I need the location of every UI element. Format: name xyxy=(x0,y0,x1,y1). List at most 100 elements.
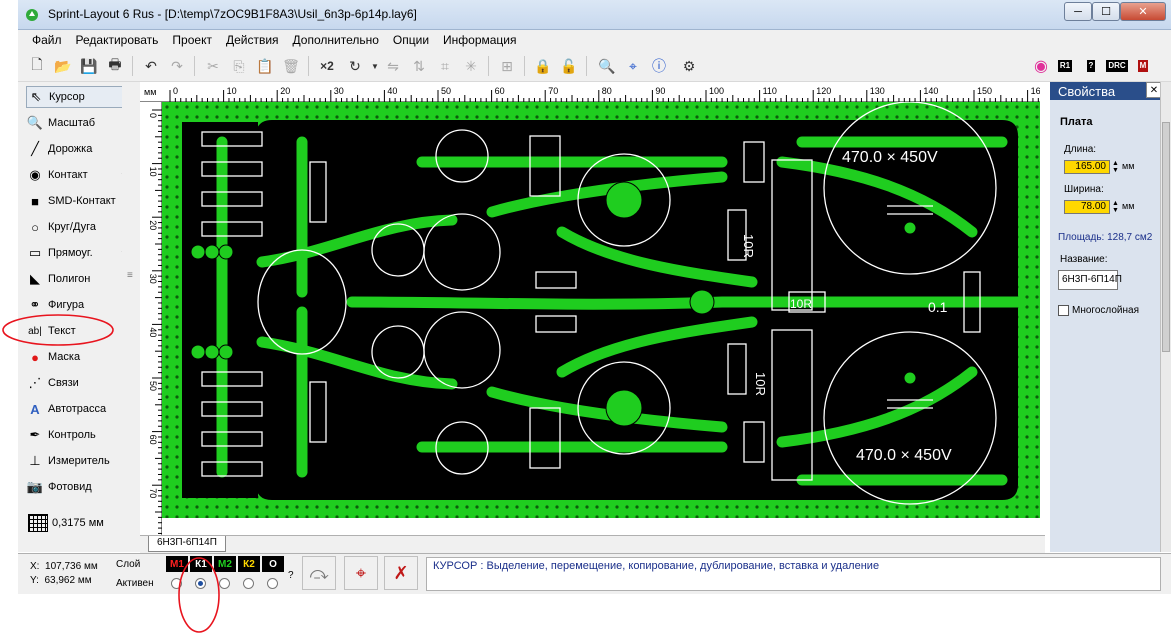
tool-meter[interactable]: ⊥ Измеритель xyxy=(26,450,132,472)
menu-edit[interactable]: Редактировать xyxy=(76,33,159,47)
checkbox-box[interactable] xyxy=(1058,305,1069,316)
tool-autoroute[interactable]: A Автотрасса xyxy=(26,398,132,420)
tool-zoom[interactable]: 🔍 Масштаб xyxy=(26,112,132,134)
lock-icon[interactable]: 🔒 xyxy=(532,55,554,77)
question-button[interactable]: ? xyxy=(1080,55,1102,77)
width-spin-icon[interactable]: ▲ ▼ xyxy=(1112,200,1119,214)
duplicate-x2-button[interactable]: ×2 xyxy=(316,55,338,77)
board-area-readout: Площадь: 128,7 см2 xyxy=(1058,232,1153,243)
pink-circle-icon[interactable]: ◉ xyxy=(1030,55,1052,77)
tool-circle[interactable]: ○ Круг/Дуга xyxy=(26,216,132,238)
unlock-icon[interactable]: 🔓 xyxy=(558,55,580,77)
group-icon[interactable]: ⊞ xyxy=(496,55,518,77)
no-connect-icon[interactable]: ✗ xyxy=(384,556,418,590)
copy-icon[interactable]: ⎘ xyxy=(228,55,250,77)
menu-actions[interactable]: Действия xyxy=(226,33,279,47)
properties-panel: Свойства ✕ Плата Длина: 165.00 ▲ ▼ мм Шир… xyxy=(1050,82,1171,552)
tool-mask[interactable]: ● Маска xyxy=(26,346,132,368)
tool-text[interactable]: ab| Текст xyxy=(26,320,132,342)
minimize-button[interactable]: ─ xyxy=(1064,2,1092,21)
ruler-tick-label: 30 xyxy=(334,86,344,96)
layer-k2-button[interactable]: К2 xyxy=(238,556,260,572)
menu-info[interactable]: Информация xyxy=(443,33,516,47)
grid-size[interactable]: 0,3175 мм xyxy=(28,514,104,532)
undo-icon[interactable]: ↶ xyxy=(140,55,162,77)
new-file-icon[interactable]: 🗋 xyxy=(26,55,48,77)
layer-k1-radio[interactable] xyxy=(195,578,206,589)
multilayer-checkbox[interactable]: Многослойная xyxy=(1058,305,1139,316)
status-bar: X: 107,736 мм Y: 63,962 мм Слой Активен … xyxy=(18,553,1171,594)
close-button[interactable]: ✕ xyxy=(1120,2,1166,21)
align-icon[interactable]: ⌗ xyxy=(434,55,456,77)
vertical-ruler-ticks: 0 10 20 30 40 50 60 70 xyxy=(148,109,162,534)
layer-o-radio[interactable] xyxy=(267,578,278,589)
menu-extra[interactable]: Дополнительно xyxy=(293,33,379,47)
pcb-board[interactable]: 470.0 × 450V 470.0 × 450V 10R 10R 10R 0.… xyxy=(162,102,1040,518)
drc-button[interactable]: DRC xyxy=(1106,55,1128,77)
length-spin-icon[interactable]: ▲ ▼ xyxy=(1112,160,1119,174)
layer-k1-button[interactable]: К1 xyxy=(190,556,212,572)
ruler-tick-label: 0 xyxy=(173,86,178,96)
zoom-search-icon[interactable]: 🔍 xyxy=(596,55,618,77)
save-icon[interactable]: 💾 xyxy=(78,55,100,77)
tool-panel-splitter[interactable]: ≡ xyxy=(122,82,140,552)
cut-icon[interactable]: ✂ xyxy=(202,55,224,77)
snap-icon[interactable]: ✳ xyxy=(460,55,482,77)
component-library-icon[interactable]: ⚙ xyxy=(678,55,700,77)
cap-label-bottom: 470.0 × 450V xyxy=(856,447,952,464)
mirror-h-icon[interactable]: ⇋ xyxy=(382,55,404,77)
print-icon[interactable]: 🖶 xyxy=(104,55,126,77)
vertical-scrollbar[interactable] xyxy=(1160,82,1171,552)
r-label-3: 10R xyxy=(753,372,768,396)
tool-pad[interactable]: ◉Контакт▼ xyxy=(26,164,132,186)
width-field[interactable]: 78.00 xyxy=(1064,200,1110,214)
wire-tool-icon[interactable]: ⤼ xyxy=(302,556,336,590)
pcb-canvas[interactable]: 470.0 × 450V 470.0 × 450V 10R 10R 10R 0.… xyxy=(162,102,1040,518)
ruler-tick-label: 20 xyxy=(280,86,290,96)
scrollbar-thumb[interactable] xyxy=(1162,122,1170,352)
help-icon[interactable]: ? xyxy=(288,570,294,581)
crosshair-icon[interactable]: ⌖ xyxy=(344,556,378,590)
smd-pad-icon: ■ xyxy=(31,193,39,209)
delete-icon[interactable]: 🗑 xyxy=(280,55,302,77)
tool-polygon[interactable]: ◣ Полигон xyxy=(26,268,132,290)
tool-cursor[interactable]: ⇖ Курсор xyxy=(26,86,132,108)
open-folder-icon[interactable]: 📂 xyxy=(52,55,74,77)
horizontal-ruler-ticks: 0 10 20 30 40 50 60 70 80 90 100 110 120 130 140 150 160 xyxy=(169,86,1040,102)
r-label-2: 10R xyxy=(790,297,812,311)
ruler-tick-label: 150 xyxy=(977,86,992,96)
redo-icon[interactable]: ↷ xyxy=(166,55,188,77)
layer-m1-radio[interactable] xyxy=(171,578,182,589)
info-icon[interactable]: ⓘ xyxy=(648,55,670,77)
tool-track[interactable]: ╱ Дорожка xyxy=(26,138,132,160)
layer-m1-button[interactable]: М1 xyxy=(166,556,188,572)
cap-label-top: 470.0 × 450V xyxy=(842,149,938,166)
length-label: Длина: xyxy=(1064,144,1097,155)
m-button[interactable]: M xyxy=(1132,55,1154,77)
menu-options[interactable]: Опции xyxy=(393,33,429,47)
ruler-tick-label: 40 xyxy=(148,327,158,337)
mirror-v-icon[interactable]: ⇅ xyxy=(408,55,430,77)
ruler-tick-label: 10 xyxy=(227,86,237,96)
tool-photo-view[interactable]: 📷 Фотовид xyxy=(26,476,132,498)
rotate-icon[interactable]: ↻ xyxy=(344,55,366,77)
paste-icon[interactable]: 📋 xyxy=(254,55,276,77)
crop-icon[interactable]: ⌖ xyxy=(622,55,644,77)
layer-o-button[interactable]: О xyxy=(262,556,284,572)
tool-connections[interactable]: ⋰ Связи xyxy=(26,372,132,394)
tool-control[interactable]: ✒ Контроль xyxy=(26,424,132,446)
tool-shape[interactable]: ⚭ Фигура xyxy=(26,294,132,316)
length-field[interactable]: 165.00 xyxy=(1064,160,1110,174)
menu-project[interactable]: Проект xyxy=(172,33,212,47)
layer-m2-radio[interactable] xyxy=(219,578,230,589)
r1-button[interactable]: R1 xyxy=(1054,55,1076,77)
tab-board[interactable]: 6Н3П-6П14П xyxy=(148,536,226,552)
board-name-field[interactable]: 6Н3П-6П14П xyxy=(1058,270,1122,290)
layer-k2-radio[interactable] xyxy=(243,578,254,589)
maximize-button[interactable]: ☐ xyxy=(1092,2,1120,21)
tool-rectangle[interactable]: ▭Прямоуг.▼ xyxy=(26,242,132,264)
layer-m2-button[interactable]: М2 xyxy=(214,556,236,572)
menu-file[interactable]: Файл xyxy=(32,33,62,47)
tool-smd-pad[interactable]: ■ SMD-Контакт xyxy=(26,190,132,212)
ruler-tick-label: 50 xyxy=(148,381,158,391)
